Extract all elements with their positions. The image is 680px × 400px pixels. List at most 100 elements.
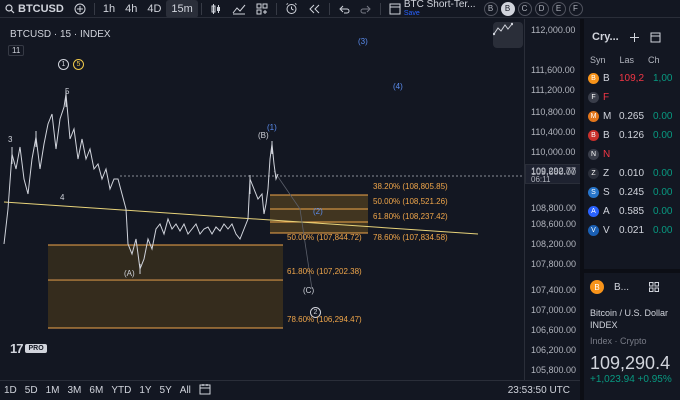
watchlist-rows: B B 109,2 1,00 F F M M 0.265 0.00 B B 0.126 0.00 N N Z Z 0… — [584, 69, 680, 240]
range-5d[interactable]: 5D — [21, 385, 42, 396]
chart-pane[interactable]: BTCUSD · 15 · INDEX 11 1 5 (3) (4) 5 3 4 (B) (1)… — [0, 19, 524, 380]
symbol-detail: B B... Bitcoin / U.S. Dollar INDEX Index… — [584, 269, 680, 385]
fib-level-label: 78.60% (107,834.58) — [373, 233, 448, 242]
range-1d[interactable]: 1D — [0, 385, 21, 396]
range-3m[interactable]: 3M — [64, 385, 86, 396]
symbol-search[interactable]: BTCUSD — [0, 0, 69, 18]
watchlist-change: 0.00 — [653, 111, 673, 122]
watchlist-row[interactable]: Z Z 0.010 0.00 — [584, 164, 680, 183]
add-symbol-button[interactable] — [69, 0, 91, 18]
add-icon[interactable] — [629, 32, 640, 43]
wave-label[interactable]: (4) — [393, 82, 403, 91]
candles-icon — [211, 3, 220, 14]
col-last[interactable]: Las — [620, 55, 635, 69]
watchlist-symbol: F — [603, 92, 610, 103]
watchlist-row[interactable]: B B 0.126 0.00 — [584, 126, 680, 145]
range-all[interactable]: All — [176, 385, 195, 396]
layout-letter-c[interactable]: C — [517, 1, 532, 16]
price-tick-label: 108,600.00 — [531, 219, 577, 229]
wave-label[interactable]: (1) — [267, 123, 277, 132]
watchlist-row[interactable]: S S 0.245 0.00 — [584, 183, 680, 202]
range-6m[interactable]: 6M — [85, 385, 107, 396]
fib-level-label: 50.00% (108,521.26) — [373, 197, 448, 206]
range-1m[interactable]: 1M — [42, 385, 64, 396]
range-1y[interactable]: 1Y — [135, 385, 155, 396]
watchlist-change: 1,00 — [653, 73, 673, 84]
wave-label[interactable]: (C) — [303, 286, 314, 295]
watchlist-symbol: Z — [603, 168, 610, 179]
wave-label[interactable]: (3) — [358, 37, 368, 46]
grid-icon[interactable] — [649, 282, 660, 292]
indicator-count[interactable]: 11 — [8, 45, 25, 56]
layout-letter-f[interactable]: F — [568, 1, 583, 16]
watchlist-row[interactable]: NN — [584, 145, 680, 164]
wave-label[interactable]: (B) — [258, 131, 269, 140]
watchlist-symbol: A — [603, 206, 610, 217]
templates-button[interactable] — [251, 0, 273, 18]
interval-15m[interactable]: 15m — [166, 0, 198, 18]
price-axis[interactable]: 109,292.77 06:11 112,000.00 111,600.00 111… — [524, 19, 581, 380]
price-tick-label: 107,800.00 — [531, 259, 577, 269]
price-tick-label: 111,600.00 — [531, 65, 575, 75]
detail-exchange: INDEX — [590, 320, 618, 330]
watchlist-row[interactable]: V V 0.021 0.00 — [584, 221, 680, 240]
replay-button[interactable] — [303, 0, 326, 18]
undo-button[interactable] — [333, 0, 355, 18]
price-tick-label: 108,800.00 — [531, 203, 577, 213]
wave-label[interactable]: 1 — [58, 59, 69, 70]
detail-price: 109,290.4 — [590, 353, 671, 373]
wave-label[interactable]: 3 — [8, 135, 12, 144]
symbol-name: BTCUSD — [18, 2, 64, 15]
drawing-tool-button[interactable] — [493, 22, 523, 48]
fib-zone-lower-bottom — [48, 280, 283, 328]
wave-label[interactable]: (2) — [313, 207, 323, 216]
chart-type-button[interactable] — [205, 0, 227, 18]
price-tick-label: 106,600.00 — [531, 325, 577, 335]
wave-label[interactable]: 4 — [60, 193, 64, 202]
goto-date-button[interactable] — [195, 383, 215, 398]
coin-icon: M — [588, 111, 599, 122]
tradingview-logo: 17 PRO — [10, 341, 47, 356]
wave-label[interactable]: 5 — [65, 87, 69, 96]
watchlist-title[interactable]: Cry... — [592, 31, 619, 43]
range-5y[interactable]: 5Y — [156, 385, 176, 396]
separator — [379, 2, 381, 15]
coin-icon: F — [588, 92, 599, 103]
watchlist-row[interactable]: M M 0.265 0.00 — [584, 107, 680, 126]
watchlist-symbol: B — [603, 73, 610, 84]
alert-button[interactable] — [280, 0, 303, 18]
col-change[interactable]: Ch — [648, 55, 660, 69]
watchlist-row[interactable]: B B 109,2 1,00 — [584, 69, 680, 88]
layout-letter-e[interactable]: E — [551, 1, 566, 16]
layout-icon — [389, 3, 401, 14]
layout-letter-d[interactable]: D — [534, 1, 549, 16]
fib-level-label: 61.80% (108,237.42) — [373, 212, 448, 221]
layout-name: BTC Short-Ter... Save — [401, 0, 476, 18]
layout-letter-b[interactable]: B — [483, 1, 498, 16]
wave-label[interactable]: 5 — [73, 59, 84, 70]
layout-icon[interactable] — [650, 32, 661, 43]
indicators-icon — [232, 4, 246, 14]
calendar-icon — [199, 384, 211, 395]
detail-symbol[interactable]: B... — [614, 282, 629, 293]
layout-button[interactable]: BTC Short-Ter... Save — [384, 0, 481, 18]
col-symbol[interactable]: Syn — [590, 55, 606, 69]
fib-level-label: 61.80% (107,202.38) — [287, 267, 362, 276]
price-tick-label: 107,400.00 — [531, 285, 577, 295]
range-ytd[interactable]: YTD — [107, 385, 135, 396]
detail-change: +1,023.94 +0.95% — [590, 374, 672, 385]
search-icon — [5, 3, 15, 13]
watchlist-symbol: M — [603, 111, 612, 122]
layout-letter-b-active[interactable]: B — [500, 1, 515, 16]
wave-label[interactable]: (A) — [124, 269, 135, 278]
utc-clock[interactable]: 23:53:50 UTC — [508, 385, 570, 396]
redo-button[interactable] — [355, 0, 377, 18]
watchlist-symbol: N — [603, 149, 611, 160]
top-toolbar: BTCUSD 1h 4h 4D 15m BTC Short-Ter... Sav… — [0, 0, 680, 18]
interval-4h[interactable]: 4h — [120, 0, 142, 18]
watchlist-row[interactable]: FF — [584, 88, 680, 107]
interval-1h[interactable]: 1h — [98, 0, 120, 18]
indicators-button[interactable] — [227, 0, 251, 18]
watchlist-row[interactable]: A A 0.585 0.00 — [584, 202, 680, 221]
interval-4d[interactable]: 4D — [142, 0, 166, 18]
